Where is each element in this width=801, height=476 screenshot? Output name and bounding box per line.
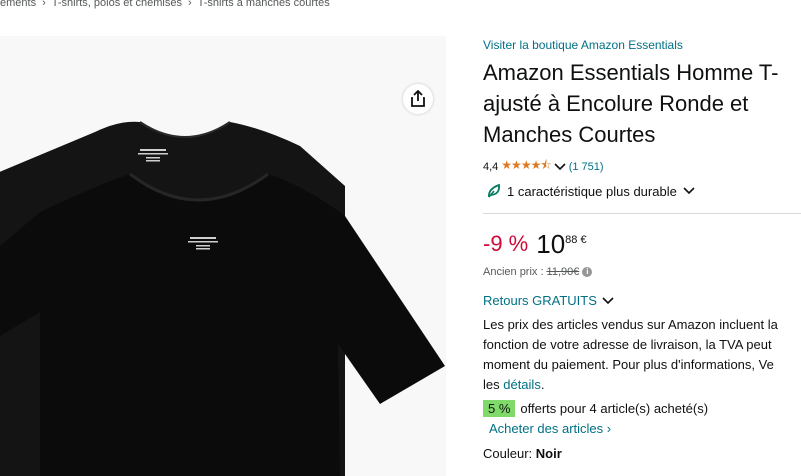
sustainability-row[interactable]: 1 caractéristique plus durable bbox=[487, 183, 695, 199]
info-icon[interactable]: i bbox=[582, 267, 593, 277]
star-rating-icon[interactable]: ★★★★⯪ bbox=[501, 156, 551, 177]
divider bbox=[483, 213, 801, 214]
breadcrumb-separator: › bbox=[187, 0, 192, 9]
product-title-line: Amazon Essentials Homme T- bbox=[483, 60, 779, 85]
rating-value: 4,4 bbox=[483, 160, 499, 173]
promo-text: offerts pour 4 article(s) acheté(s) bbox=[520, 401, 709, 416]
product-title-line: Manches Courtes bbox=[483, 122, 656, 147]
product-title: Amazon Essentials Homme T- ajusté à Enco… bbox=[483, 57, 801, 150]
chevron-down-icon bbox=[683, 187, 695, 195]
color-label: Couleur: bbox=[483, 446, 533, 461]
product-image-pane[interactable] bbox=[0, 36, 446, 476]
sustainability-label: 1 caractéristique plus durable bbox=[507, 183, 677, 199]
breadcrumb: ements › T-shirts, polos et chemises › T-shi… bbox=[0, 0, 330, 9]
leaf-icon bbox=[488, 183, 500, 198]
breadcrumb-item[interactable]: T-shirts à manches courtes bbox=[198, 0, 330, 9]
returns-label: Retours GRATUITS bbox=[483, 293, 597, 308]
buy-items-link[interactable]: Acheter des articles › bbox=[489, 421, 611, 436]
chevron-down-icon[interactable] bbox=[554, 162, 566, 171]
tax-info-line: fonction de votre adresse de livraison, … bbox=[483, 337, 772, 352]
details-link[interactable]: détails bbox=[503, 377, 541, 392]
tax-info-line: moment du paiement. Pour plus d'informat… bbox=[483, 357, 774, 372]
breadcrumb-item[interactable]: T-shirts, polos et chemises bbox=[52, 0, 182, 9]
share-button[interactable] bbox=[403, 84, 433, 114]
price-row: -9 % 10 88 € bbox=[483, 228, 587, 260]
color-row: Couleur: Noir bbox=[483, 446, 562, 461]
promo-badge: 5 % bbox=[483, 400, 516, 417]
old-price-value: 11,90€ bbox=[546, 266, 580, 278]
discount-percentage: -9 % bbox=[483, 231, 529, 256]
breadcrumb-separator: › bbox=[42, 0, 46, 9]
store-link[interactable]: Visiter la boutique Amazon Essentials bbox=[483, 38, 683, 52]
rating-row: 4,4 ★★★★⯪ (1 751) bbox=[483, 156, 604, 177]
tax-info-prefix: les bbox=[483, 377, 504, 392]
rating-count-link[interactable]: (1 751) bbox=[569, 161, 604, 173]
price-fraction: 88 € bbox=[565, 234, 587, 246]
color-value: Noir bbox=[535, 446, 562, 461]
tax-info-line: les détails. bbox=[483, 375, 801, 395]
share-icon bbox=[411, 90, 425, 107]
tax-info-suffix: . bbox=[540, 377, 545, 392]
tax-info: Les prix des articles vendus sur Amazon … bbox=[483, 315, 801, 395]
old-price-row: Ancien prix : 11,90€ i bbox=[483, 266, 593, 278]
product-image[interactable] bbox=[0, 36, 446, 476]
old-price-label: Ancien prix : bbox=[483, 266, 544, 278]
returns-link[interactable]: Retours GRATUITS bbox=[483, 293, 614, 308]
breadcrumb-item[interactable]: ements bbox=[0, 0, 36, 9]
tax-info-line: Les prix des articles vendus sur Amazon … bbox=[483, 317, 778, 332]
promo-row: 5 % offerts pour 4 article(s) acheté(s) bbox=[483, 400, 708, 417]
price-whole: 10 bbox=[536, 229, 566, 259]
product-title-line: ajusté à Encolure Ronde et bbox=[483, 91, 749, 116]
chevron-down-icon bbox=[602, 296, 614, 304]
